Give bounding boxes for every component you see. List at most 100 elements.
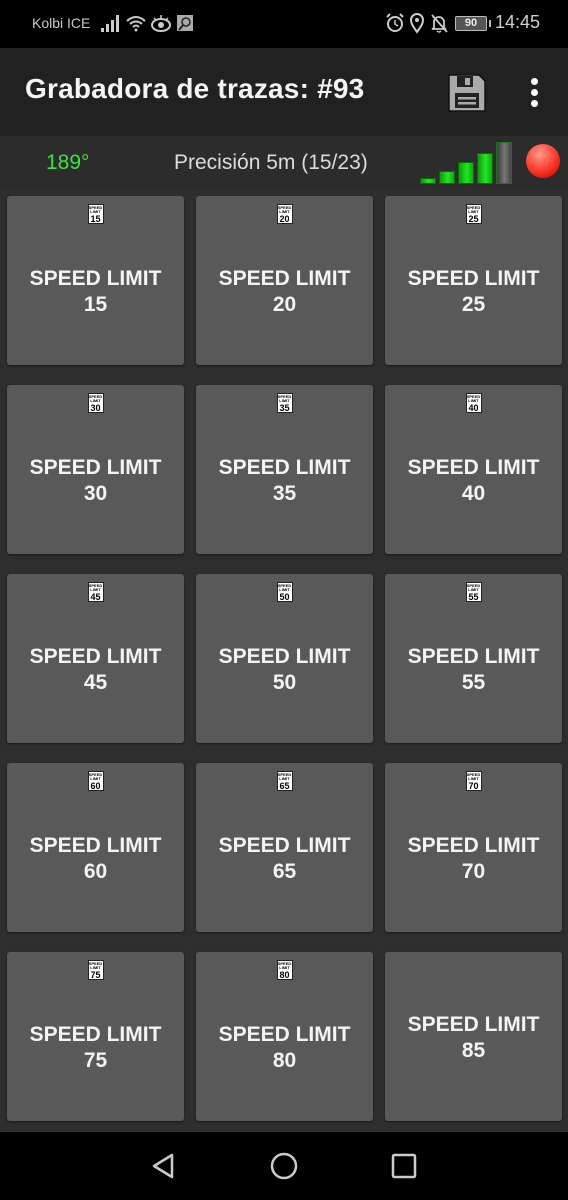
tile-label-value: 30 [83, 482, 108, 505]
speed-limit-tile[interactable]: SPEED LIMIT 85 [385, 952, 562, 1121]
save-button[interactable] [446, 72, 488, 114]
speed-limit-tile[interactable]: SPEED LIMIT 65 SPEED LIMIT 65 [196, 763, 373, 932]
sign-caption: SPEED LIMIT [88, 961, 103, 970]
precision-readout: Precisión 5m (15/23) [174, 151, 368, 174]
speed-limit-tile[interactable]: SPEED LIMIT 60 SPEED LIMIT 60 [7, 763, 184, 932]
speed-limit-sign-icon: SPEED LIMIT 25 [465, 204, 482, 224]
tile-label: SPEED LIMIT 60 [7, 833, 184, 885]
sign-caption: SPEED LIMIT [277, 394, 292, 403]
sign-number: 15 [90, 214, 101, 224]
alarm-icon [386, 13, 404, 32]
sign-number: 30 [90, 403, 101, 413]
tile-label-value: 70 [461, 860, 486, 883]
signal-bar [496, 142, 512, 184]
signal-bar [477, 153, 493, 184]
speed-limit-tile[interactable]: SPEED LIMIT 25 SPEED LIMIT 25 [385, 196, 562, 365]
tile-label-value: 45 [83, 671, 108, 694]
sign-caption: SPEED LIMIT [466, 583, 481, 592]
speed-limit-tile[interactable]: SPEED LIMIT 20 SPEED LIMIT 20 [196, 196, 373, 365]
tile-label: SPEED LIMIT 30 [7, 455, 184, 507]
speed-limit-tile[interactable]: SPEED LIMIT 30 SPEED LIMIT 30 [7, 385, 184, 554]
speed-limit-sign-icon: SPEED LIMIT 65 [276, 771, 293, 791]
speed-limit-sign-icon: SPEED LIMIT 20 [276, 204, 293, 224]
tile-label: SPEED LIMIT 75 [7, 1022, 184, 1074]
speed-limit-tile[interactable]: SPEED LIMIT 75 SPEED LIMIT 75 [7, 952, 184, 1121]
tile-label: SPEED LIMIT 15 [7, 266, 184, 318]
speed-limit-tile[interactable]: SPEED LIMIT 80 SPEED LIMIT 80 [196, 952, 373, 1121]
tile-label: SPEED LIMIT 80 [196, 1022, 373, 1074]
tile-label-value: 15 [83, 293, 108, 316]
screenshot-icon [177, 15, 193, 31]
speed-limit-tile[interactable]: SPEED LIMIT 70 SPEED LIMIT 70 [385, 763, 562, 932]
tile-label-line1: SPEED LIMIT [407, 645, 540, 668]
tile-label-line1: SPEED LIMIT [29, 1023, 162, 1046]
clock: 14:45 [494, 12, 540, 32]
tile-label-line1: SPEED LIMIT [407, 267, 540, 290]
tile-label: SPEED LIMIT 20 [196, 266, 373, 318]
sign-number: 50 [279, 592, 290, 602]
tile-label-value: 25 [461, 293, 486, 316]
tile-label-line1: SPEED LIMIT [218, 1023, 351, 1046]
sign-number: 60 [90, 781, 101, 791]
recents-icon [391, 1153, 417, 1179]
speed-limit-tile[interactable]: SPEED LIMIT 45 SPEED LIMIT 45 [7, 574, 184, 743]
page-title: Grabadora de trazas: #93 [25, 73, 365, 104]
tile-label-line1: SPEED LIMIT [407, 834, 540, 857]
sign-caption: SPEED LIMIT [277, 583, 292, 592]
tile-label-value: 40 [461, 482, 486, 505]
tile-label: SPEED LIMIT 25 [385, 266, 562, 318]
tile-label-value: 55 [461, 671, 486, 694]
tile-label-value: 20 [272, 293, 297, 316]
sign-number: 25 [468, 214, 479, 224]
tile-label: SPEED LIMIT 50 [196, 644, 373, 696]
sign-caption: SPEED LIMIT [88, 772, 103, 781]
speed-limit-tile[interactable]: SPEED LIMIT 35 SPEED LIMIT 35 [196, 385, 373, 554]
gps-status-bar: 189° Precisión 5m (15/23) [0, 136, 568, 190]
sign-caption: SPEED LIMIT [466, 205, 481, 214]
wifi-icon [126, 16, 146, 32]
battery-indicator: 90 [455, 16, 487, 31]
tile-label-value: 75 [83, 1049, 108, 1072]
navigation-bar [0, 1132, 568, 1200]
recording-indicator[interactable] [526, 144, 560, 178]
speed-limit-sign-icon: SPEED LIMIT 15 [87, 204, 104, 224]
carrier-name: Kolbi ICE [32, 15, 91, 31]
signal-bar [420, 178, 436, 184]
sign-number: 35 [279, 403, 290, 413]
sign-number: 65 [279, 781, 290, 791]
speed-limit-sign-icon: SPEED LIMIT 40 [465, 393, 482, 413]
tile-label-value: 60 [83, 860, 108, 883]
speed-limit-sign-icon: SPEED LIMIT 80 [276, 960, 293, 980]
tile-label: SPEED LIMIT 35 [196, 455, 373, 507]
tile-label-line1: SPEED LIMIT [29, 456, 162, 479]
more-vert-icon [522, 78, 546, 107]
speed-limit-tile[interactable]: SPEED LIMIT 15 SPEED LIMIT 15 [7, 196, 184, 365]
speed-limit-sign-icon: SPEED LIMIT 50 [276, 582, 293, 602]
sign-caption: SPEED LIMIT [466, 394, 481, 403]
speed-limit-tile[interactable]: SPEED LIMIT 40 SPEED LIMIT 40 [385, 385, 562, 554]
sign-number: 80 [279, 970, 290, 980]
tile-label-line1: SPEED LIMIT [218, 267, 351, 290]
tile-label: SPEED LIMIT 45 [7, 644, 184, 696]
sign-number: 40 [468, 403, 479, 413]
tile-label-value: 50 [272, 671, 297, 694]
speed-limit-tile[interactable]: SPEED LIMIT 55 SPEED LIMIT 55 [385, 574, 562, 743]
sign-number: 75 [90, 970, 101, 980]
signal-bar [458, 162, 474, 184]
heading-readout: 189° [46, 151, 90, 174]
home-button[interactable] [266, 1150, 302, 1182]
speed-limit-sign-icon: SPEED LIMIT 75 [87, 960, 104, 980]
more-options-button[interactable] [522, 74, 546, 110]
tile-label: SPEED LIMIT 85 [385, 1012, 562, 1064]
sign-caption: SPEED LIMIT [88, 205, 103, 214]
recents-button[interactable] [386, 1150, 422, 1182]
sign-caption: SPEED LIMIT [466, 772, 481, 781]
speed-limit-sign-icon: SPEED LIMIT 70 [465, 771, 482, 791]
tile-label-line1: SPEED LIMIT [407, 1013, 540, 1036]
tile-label-line1: SPEED LIMIT [218, 456, 351, 479]
speed-limit-tile[interactable]: SPEED LIMIT 50 SPEED LIMIT 50 [196, 574, 373, 743]
back-button[interactable] [146, 1150, 182, 1182]
sign-caption: SPEED LIMIT [277, 205, 292, 214]
tile-label-line1: SPEED LIMIT [29, 834, 162, 857]
status-bar: Kolbi ICE 90 14:45 [0, 0, 568, 48]
